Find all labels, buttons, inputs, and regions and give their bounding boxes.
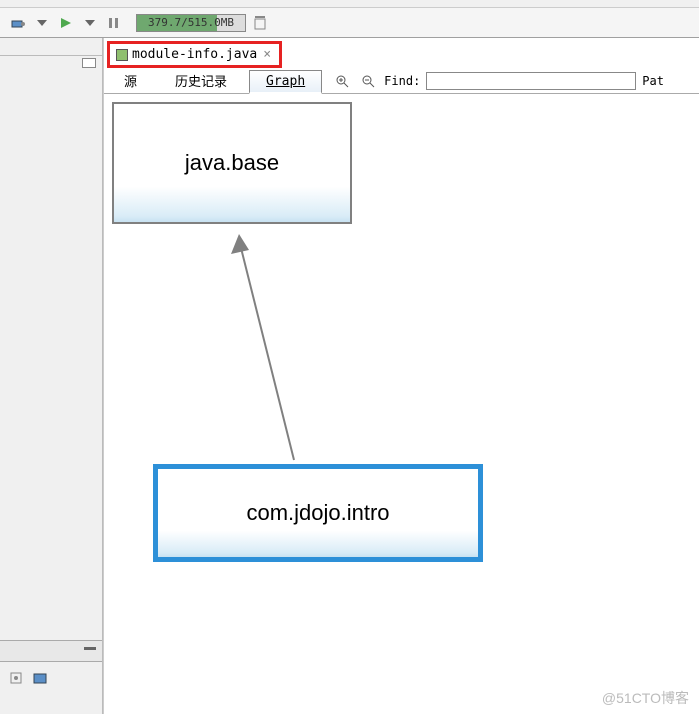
graph-canvas[interactable]: java.base com.jdojo.intro	[104, 94, 699, 714]
editor-area: module-info.java × 源 历史记录 Graph Find: Pa…	[103, 38, 699, 714]
subtab-bar: 源 历史记录 Graph Find: Pat	[104, 68, 699, 94]
close-icon[interactable]: ×	[261, 47, 273, 62]
debug-icon[interactable]	[8, 13, 28, 33]
run-icon[interactable]	[56, 13, 76, 33]
minimize-icon[interactable]	[82, 58, 96, 68]
menu-bar	[0, 0, 699, 8]
node-label: java.base	[185, 150, 279, 176]
pin-icon[interactable]	[6, 668, 26, 688]
editor-tab[interactable]: module-info.java ×	[107, 41, 282, 68]
memory-bar[interactable]: 379.7/515.0MB	[136, 14, 246, 32]
dropdown-icon[interactable]	[80, 13, 100, 33]
gutter-collapse-bar[interactable]	[0, 640, 102, 662]
java-file-icon	[116, 49, 128, 61]
tab-graph[interactable]: Graph	[249, 70, 322, 94]
left-gutter	[0, 38, 103, 714]
tab-source[interactable]: 源	[108, 68, 153, 93]
main-toolbar: 379.7/515.0MB	[0, 8, 699, 38]
zoom-in-icon[interactable]	[332, 71, 352, 91]
find-label: Find:	[384, 74, 420, 88]
module-node-intro[interactable]: com.jdojo.intro	[153, 464, 483, 562]
zoom-out-icon[interactable]	[358, 71, 378, 91]
node-label: com.jdojo.intro	[246, 500, 389, 526]
gc-icon[interactable]	[250, 13, 270, 33]
tab-filename: module-info.java	[132, 47, 257, 62]
find-trailing: Pat	[642, 74, 664, 88]
module-node-base[interactable]: java.base	[112, 102, 352, 224]
find-input[interactable]	[426, 72, 636, 90]
pause-icon[interactable]	[104, 13, 124, 33]
tab-history[interactable]: 历史记录	[159, 68, 243, 93]
project-icon[interactable]	[30, 668, 50, 688]
memory-text: 379.7/515.0MB	[148, 16, 234, 29]
watermark: @51CTO博客	[602, 688, 689, 708]
dropdown-icon[interactable]	[32, 13, 52, 33]
